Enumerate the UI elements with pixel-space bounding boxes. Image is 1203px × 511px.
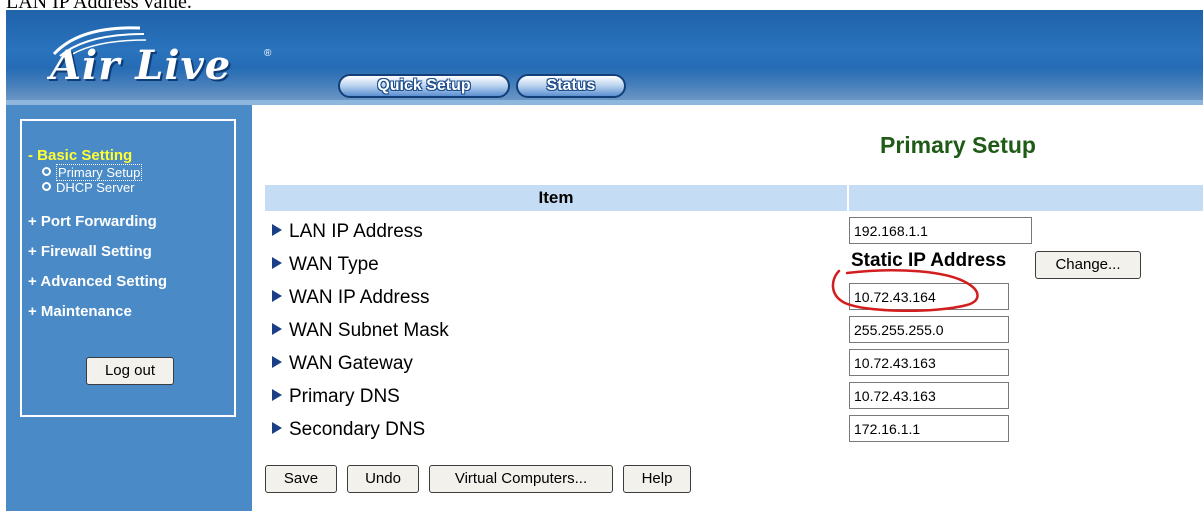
sidebar-item-label: Primary Setup — [56, 164, 143, 181]
logo-registered-mark: ® — [264, 48, 272, 59]
logo-text: Air Live — [50, 42, 232, 89]
lan-ip-address-field[interactable] — [849, 217, 1032, 244]
secondary-dns-field[interactable] — [849, 415, 1009, 442]
row-label-wan-ip: WAN IP Address — [272, 287, 429, 309]
airlive-logo: Air Live ® — [40, 20, 280, 90]
row-label-text: LAN IP Address — [289, 221, 423, 242]
wan-type-value: Static IP Address — [851, 250, 1007, 271]
row-label-text: WAN Type — [289, 254, 379, 275]
help-button[interactable]: Help — [623, 465, 691, 493]
row-arrow-icon — [272, 389, 282, 401]
table-header-item: Item — [265, 185, 847, 211]
row-label-text: WAN Subnet Mask — [289, 320, 449, 341]
sidebar-section-basic-setting[interactable]: - Basic Setting — [28, 147, 132, 164]
wan-ip-address-field[interactable] — [849, 283, 1009, 310]
row-label-secondary-dns: Secondary DNS — [272, 419, 425, 441]
row-arrow-icon — [272, 290, 282, 302]
sidebar-section-port-forwarding[interactable]: + Port Forwarding — [28, 213, 157, 230]
wan-subnet-mask-field[interactable] — [849, 316, 1009, 343]
row-arrow-icon — [272, 422, 282, 434]
sidebar-item-primary-setup[interactable]: Primary Setup — [42, 164, 143, 181]
sidebar: - Basic Setting Primary Setup DHCP Serve… — [6, 105, 252, 511]
header-banner: Air Live ® Quick Setup Status — [6, 10, 1203, 105]
row-arrow-icon — [272, 323, 282, 335]
sidebar-item-dhcp-server[interactable]: DHCP Server — [42, 180, 135, 195]
row-label-wan-subnet-mask: WAN Subnet Mask — [272, 320, 449, 342]
primary-dns-field[interactable] — [849, 382, 1009, 409]
row-arrow-icon — [272, 257, 282, 269]
sidebar-item-label: DHCP Server — [56, 180, 135, 195]
row-label-wan-type: WAN Type — [272, 254, 379, 276]
sub-item-bullet-icon — [42, 167, 51, 176]
row-label-primary-dns: Primary DNS — [272, 386, 400, 408]
table-header-value — [849, 185, 1203, 211]
sub-item-bullet-icon — [42, 182, 51, 191]
quick-setup-button[interactable]: Quick Setup — [338, 74, 510, 98]
row-arrow-icon — [272, 224, 282, 236]
row-label-text: Primary DNS — [289, 386, 400, 407]
sidebar-menu: - Basic Setting Primary Setup DHCP Serve… — [20, 119, 236, 417]
change-wan-type-button[interactable]: Change... — [1035, 251, 1141, 279]
row-label-text: WAN Gateway — [289, 353, 413, 374]
undo-button[interactable]: Undo — [347, 465, 419, 493]
wan-gateway-field[interactable] — [849, 349, 1009, 376]
logout-button[interactable]: Log out — [86, 357, 174, 385]
status-button[interactable]: Status — [516, 74, 626, 98]
page-title: Primary Setup — [880, 132, 1036, 158]
row-label-text: Secondary DNS — [289, 419, 426, 440]
virtual-computers-button[interactable]: Virtual Computers... — [429, 465, 613, 493]
save-button[interactable]: Save — [265, 465, 337, 493]
row-label-wan-gateway: WAN Gateway — [272, 353, 413, 375]
sidebar-section-maintenance[interactable]: + Maintenance — [28, 303, 132, 320]
row-label-lan-ip: LAN IP Address — [272, 221, 423, 243]
row-label-text: WAN IP Address — [289, 287, 430, 308]
row-arrow-icon — [272, 356, 282, 368]
sidebar-section-firewall-setting[interactable]: + Firewall Setting — [28, 243, 152, 260]
sidebar-section-advanced-setting[interactable]: + Advanced Setting — [28, 273, 167, 290]
